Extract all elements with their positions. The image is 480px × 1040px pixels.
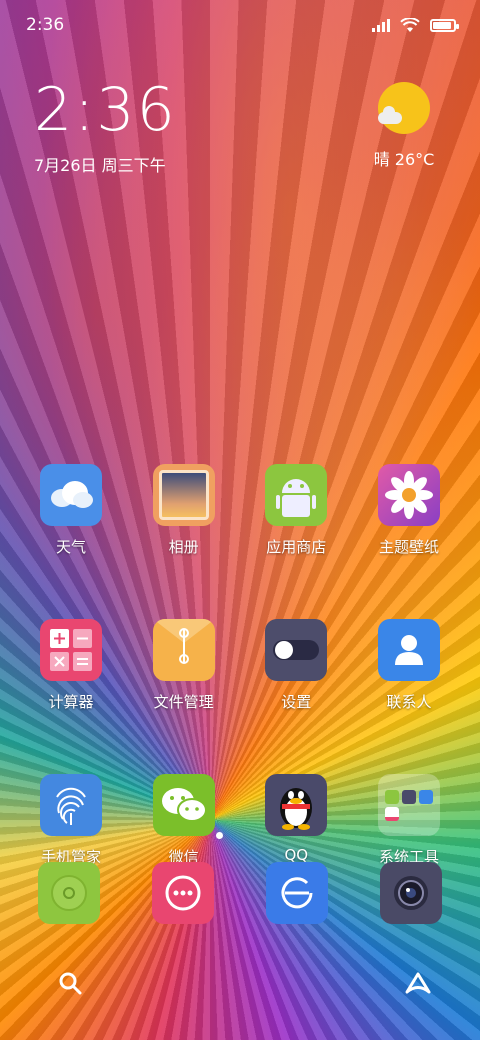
app-grid: 天气 相册 应用商店 主题壁纸 计算器 文件管理 设置 联系人 手机管家 微信 … [0,464,480,929]
calculator-icon [40,619,102,681]
signal-icon [372,18,390,32]
dock [0,862,480,924]
app-label: 设置 [281,693,312,711]
flower-icon [377,464,440,526]
app-gallery[interactable]: 相册 [131,464,237,557]
app-label: 应用商店 [266,538,327,556]
app-qq[interactable]: QQ [243,774,349,867]
assistant-icon[interactable] [404,971,432,995]
app-settings[interactable]: 设置 [243,619,349,712]
clock-date: 7月26日 周三下午 [34,156,166,175]
status-time: 2:36 [26,15,65,35]
weather-text: 晴 26°C [373,150,435,169]
status-icons [372,17,459,33]
weather-icon [40,464,102,526]
sun-cloud-icon [378,82,430,134]
wifi-icon [400,17,420,32]
message-icon[interactable] [152,862,214,924]
app-label: 联系人 [386,693,432,711]
android-icon [265,464,328,526]
battery-icon [430,18,459,32]
app-contacts[interactable]: 联系人 [356,619,462,712]
app-files[interactable]: 文件管理 [131,619,237,712]
bottom-bar [0,955,480,1011]
camera-icon[interactable] [380,862,442,924]
folder-group-icon [377,774,440,836]
gallery-icon [152,464,215,526]
contact-icon [377,619,440,681]
weather-widget[interactable]: 晴 26°C [364,82,444,170]
app-label: 计算器 [48,693,94,711]
app-label: 天气 [55,538,86,556]
app-label: 文件管理 [153,693,214,711]
phone-icon[interactable] [38,862,100,924]
search-icon[interactable] [58,971,82,995]
app-weather[interactable]: 天气 [18,464,124,557]
app-phone-manager[interactable]: 手机管家 [18,774,124,867]
app-themes[interactable]: 主题壁纸 [356,464,462,557]
browser-icon[interactable] [266,862,328,924]
wechat-icon [152,774,215,836]
clock-time: 2:36 [34,75,177,145]
clock-widget[interactable]: 2:36 7月26日 周三下午 [34,80,177,176]
penguin-icon [265,774,328,836]
fingerprint-icon [40,774,102,836]
status-bar: 2:36 [0,0,480,50]
app-label: 主题壁纸 [378,538,439,556]
app-store[interactable]: 应用商店 [243,464,349,557]
app-calculator[interactable]: 计算器 [18,619,124,712]
folder-icon [152,619,215,681]
app-label: 相册 [168,538,199,556]
app-wechat[interactable]: 微信 [131,774,237,867]
toggle-icon [265,619,328,681]
page-indicator [216,832,223,839]
folder-system-tools[interactable]: 系统工具 [356,774,462,867]
